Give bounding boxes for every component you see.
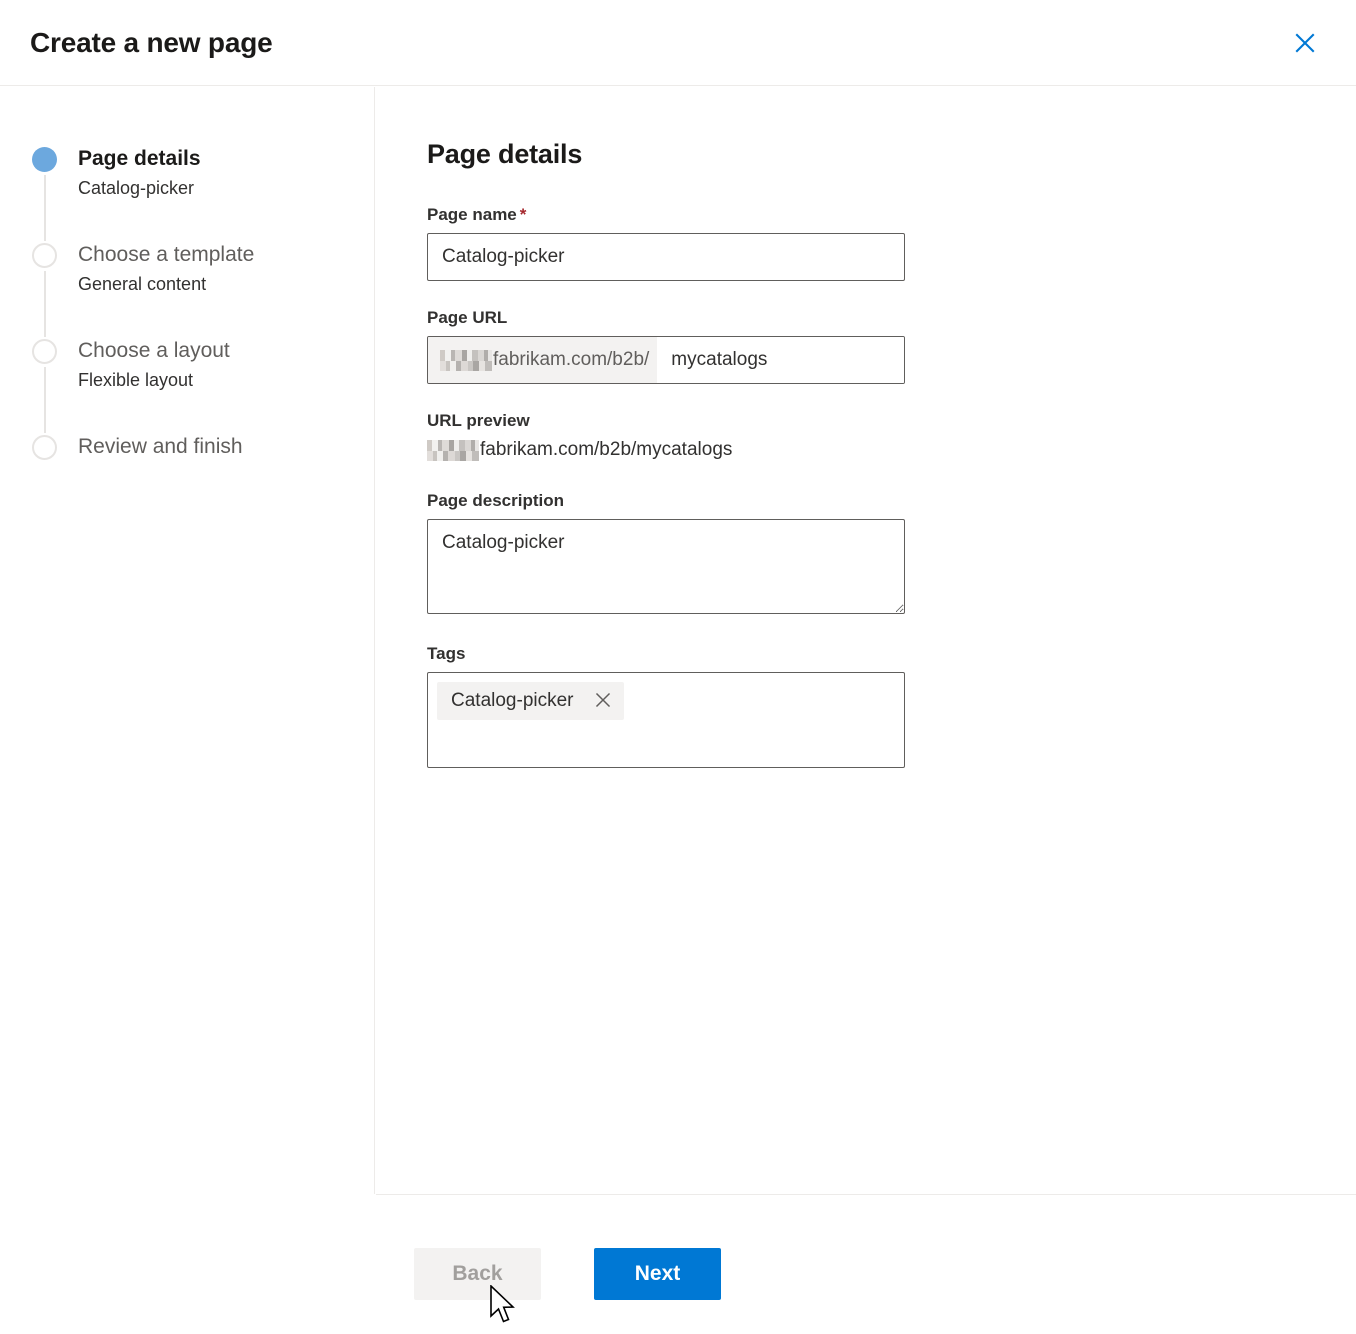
page-details-form: Page name* Page URL fabrikam.com/b2b/ UR… [427, 205, 927, 795]
step-connector [43, 271, 46, 337]
step-title: Choose a layout [78, 339, 230, 362]
close-icon [1293, 31, 1317, 55]
tag-chip-label: Catalog-picker [451, 690, 574, 711]
tags-label: Tags [427, 644, 466, 663]
next-button[interactable]: Next [594, 1248, 721, 1300]
step-subtitle: Flexible layout [78, 370, 194, 390]
step-title: Choose a template [78, 243, 255, 266]
required-asterisk: * [519, 205, 527, 224]
page-url-prefix-text: fabrikam.com/b2b/ [493, 349, 650, 370]
tag-remove-button[interactable] [590, 688, 616, 714]
sidebar-step-choose-a-layout[interactable]: Choose a layout Flexible layout [32, 337, 352, 433]
step-marker-pending-icon [32, 339, 57, 364]
url-preview-value: fabrikam.com/b2b/mycatalogs [427, 439, 927, 461]
step-marker-pending-icon [32, 435, 57, 460]
page-name-label-text: Page name [427, 205, 517, 224]
page-url-prefix: fabrikam.com/b2b/ [428, 337, 658, 383]
footer-button-group: Back Next [414, 1248, 721, 1300]
redaction-blur-icon [440, 349, 492, 371]
section-heading: Page details [427, 139, 583, 169]
wizard-main-panel: Page details Page name* Page URL fabrika… [376, 87, 1356, 1194]
step-marker-pending-icon [32, 243, 57, 268]
page-description-textarea[interactable]: Catalog-picker [427, 519, 905, 614]
field-page-name: Page name * [427, 205, 927, 281]
page-url-label: Page URL [427, 308, 508, 327]
step-list: Page details Catalog-picker Choose a tem… [32, 145, 352, 473]
sidebar-step-review-and-finish[interactable]: Review and finish [32, 433, 352, 473]
tags-input-box[interactable]: Catalog-picker [427, 672, 905, 768]
dialog-footer: Back Next [376, 1194, 1356, 1333]
sidebar-step-page-details[interactable]: Page details Catalog-picker [32, 145, 352, 241]
wizard-steps-sidebar: Page details Catalog-picker Choose a tem… [0, 87, 375, 1194]
field-page-description: Page description Catalog-picker [427, 491, 927, 614]
field-page-url: Page URL fabrikam.com/b2b/ [427, 308, 927, 384]
close-icon [594, 691, 612, 712]
step-subtitle: Catalog-picker [78, 178, 195, 198]
close-button[interactable] [1284, 22, 1326, 64]
redaction-blur-icon [427, 439, 479, 461]
page-name-label: Page name * [427, 205, 927, 225]
dialog-header: Create a new page [0, 0, 1356, 86]
step-connector [43, 367, 46, 433]
url-preview-text: fabrikam.com/b2b/mycatalogs [480, 439, 733, 460]
page-name-input[interactable] [427, 233, 905, 281]
step-title: Page details [78, 147, 201, 170]
sidebar-step-choose-a-template[interactable]: Choose a template General content [32, 241, 352, 337]
dialog-body: Page details Catalog-picker Choose a tem… [0, 87, 1356, 1194]
page-url-composite-field[interactable]: fabrikam.com/b2b/ [427, 336, 905, 384]
step-marker-active-icon [32, 147, 57, 172]
step-title: Review and finish [78, 435, 243, 458]
tag-chip[interactable]: Catalog-picker [437, 682, 624, 720]
page-title: Create a new page [30, 27, 273, 58]
field-url-preview: URL preview fabrikam.com/b2b/mycatalogs [427, 411, 927, 461]
page-url-slug-input[interactable] [657, 337, 904, 383]
step-connector [43, 175, 46, 241]
back-button[interactable]: Back [414, 1248, 541, 1300]
step-subtitle: General content [78, 274, 207, 294]
url-preview-label: URL preview [427, 411, 530, 430]
page-description-label: Page description [427, 491, 564, 510]
field-tags: Tags Catalog-picker [427, 644, 927, 768]
